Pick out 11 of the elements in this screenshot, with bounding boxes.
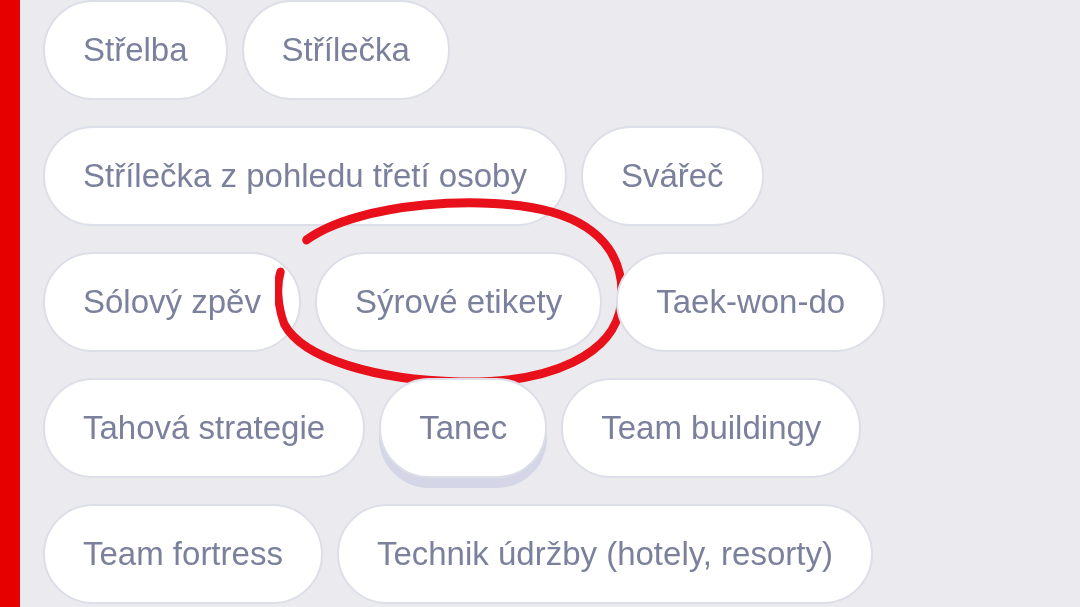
tag-chip[interactable]: Sýrové etikety [314,252,603,352]
tag-chip[interactable]: Svářeč [580,126,764,226]
tag-chip[interactable]: Team fortress [43,504,323,604]
tag-chip[interactable]: Střelba [43,0,228,100]
tag-chip[interactable]: Team buildingy [561,378,862,478]
tag-chip[interactable]: Střílečka z pohledu třetí osoby [43,126,567,226]
tag-chip[interactable]: Střílečka [241,0,450,100]
tag-chip[interactable]: Taek-won-do [616,252,886,352]
tag-chip[interactable]: Technik údržby (hotely, resorty) [336,504,873,604]
tag-chip[interactable]: Tahová strategie [43,378,366,478]
tag-chip[interactable]: Sólový zpěv [43,252,301,352]
